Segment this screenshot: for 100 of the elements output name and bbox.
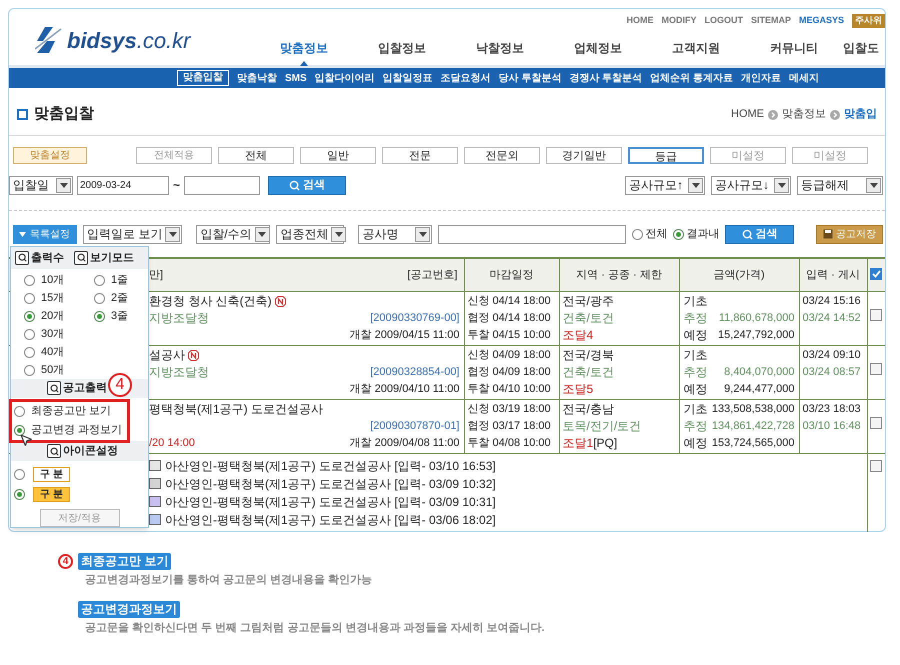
region-text: 토목/전기/토건 [562,418,642,434]
main-nav-item[interactable]: 입찰도 [843,41,879,55]
sub-nav-item[interactable]: 맞춤입찰 [177,70,229,86]
sub-nav-item[interactable]: SMS [285,70,307,86]
radio-button[interactable] [94,275,105,286]
category-tag[interactable]: 구 분 [33,466,70,482]
option-label[interactable]: 30개 [41,326,64,343]
radio-button[interactable] [24,311,35,322]
top-link[interactable]: MEGASYS [798,14,844,28]
main-nav-item[interactable]: 업체정보 [574,39,622,57]
top-link[interactable]: LOGOUT [704,14,743,28]
checkbox[interactable] [870,363,882,375]
breadcrumb-link[interactable]: HOME [731,106,764,123]
section-title: 출력수 [31,250,64,266]
main-nav-item[interactable]: 커뮤니티 [770,39,818,57]
amount-label: 기초 [684,346,708,364]
grade-tab[interactable]: 경기일반 [546,146,622,164]
breadcrumb-link[interactable]: 맞춤정보 [782,106,826,123]
main-nav-item[interactable]: 맞춤정보 [280,39,328,57]
agency-name: 지방조달청 [149,310,209,326]
sort-dropdown[interactable]: 공사규모↑ [625,176,705,194]
history-entry[interactable]: 아산영인-평택청북(제1공구) 도로건설공사 [입력- 03/09 10:32] [165,474,496,492]
posted-time: 03/10 16:48 [802,418,862,434]
option-label[interactable]: 공고변경 과정보기 [31,422,122,439]
sub-nav-item[interactable]: 당사 투찰분석 [498,70,562,86]
view-dropdown[interactable]: 입력일로 보기 [82,224,182,244]
field-dropdown[interactable]: 공사명 [358,224,432,244]
sub-nav-item[interactable]: 입찰다이어리 [314,70,375,86]
date-to-field[interactable] [184,176,260,194]
breadcrumb-link[interactable]: 맞춤입 [844,106,877,123]
radio-button[interactable] [14,468,25,480]
column-header: 만] [149,268,164,282]
top-link[interactable]: HOME [626,14,654,28]
cursor-icon [19,433,33,447]
date-from-field[interactable]: 2009-03-24 [77,176,169,194]
sub-nav-item[interactable]: 업체순위 통계자료 [650,70,734,86]
keyword-field[interactable] [438,224,626,244]
date-type-dropdown[interactable]: 입찰일 [9,176,73,194]
radio-button[interactable] [24,329,35,340]
option-label[interactable]: 50개 [41,362,64,379]
radio-button[interactable] [632,228,644,240]
radio-button[interactable] [24,365,35,376]
radio-button[interactable] [94,293,105,304]
sort-dropdown[interactable]: 공사규모↓ [711,176,791,194]
option-label[interactable]: 10개 [41,272,64,289]
grade-tab[interactable]: 일반 [300,146,376,164]
grade-tab[interactable]: 등급 [628,146,704,164]
option-label[interactable]: 최종공고만 보기 [31,403,112,420]
top-link[interactable]: SITEMAP [750,14,791,28]
title-icon [17,109,28,120]
amount-value: 15,247,792,000 [718,328,794,342]
radio-button[interactable] [673,228,684,240]
sub-nav-item[interactable]: 개인자료 [741,70,782,86]
radio-button[interactable] [24,293,35,304]
option-label[interactable]: 15개 [41,290,64,307]
caret-icon [331,226,346,242]
main-nav-item[interactable]: 낙찰정보 [476,39,524,57]
main-nav-item[interactable]: 입찰정보 [378,39,426,57]
history-entry[interactable]: 아산영인-평택청북(제1공구) 도로건설공사 [입력- 03/09 10:31] [165,492,496,510]
option-label[interactable]: 3줄 [111,308,128,325]
top-link[interactable]: MODIFY [661,14,696,28]
option-label[interactable]: 20개 [41,308,64,325]
radio-button[interactable] [14,488,25,500]
deadline-entry: 신청 04/09 18:00 [468,348,552,362]
radio-button[interactable] [14,425,25,436]
option-label[interactable]: 1줄 [111,272,128,289]
sub-nav-item[interactable]: 맞춤낙찰 [237,70,277,86]
radio-button[interactable] [24,347,35,358]
grade-tab[interactable]: 전체 [218,146,294,164]
history-entry[interactable]: 아산영인-평택청북(제1공구) 도로건설공사 [입력- 03/06 18:02] [165,510,496,528]
industry-dropdown[interactable]: 업종전체 [276,224,344,244]
notice-title[interactable]: 평택청북(제1공구) 도로건설공사 [149,400,323,418]
option-label[interactable]: 전체 [645,226,668,242]
region-note: [PQ] [593,434,618,452]
grade-tab[interactable]: 전문외 [464,146,540,164]
notice-title[interactable]: 설공사 [149,346,185,364]
checkbox[interactable] [870,309,882,321]
notice-title[interactable]: 환경청 청사 신축(건축) [149,292,272,310]
option-label[interactable]: 40개 [41,344,64,361]
history-entry[interactable]: 아산영인-평택청북(제1공구) 도로건설공사 [입력- 03/10 16:53] [165,456,496,474]
sub-nav-item[interactable]: 메세지 [789,70,820,86]
type-dropdown[interactable]: 입찰/수의 [196,224,270,244]
option-label[interactable]: 2줄 [111,290,128,307]
amount-label: 기초 [684,400,708,418]
radio-button[interactable] [14,406,25,418]
checkbox[interactable] [870,460,882,472]
grade-tab[interactable]: 전문 [382,146,458,164]
sub-nav-item[interactable]: 조달요청서 [440,70,491,86]
category-tag[interactable]: 구 분 [33,486,70,502]
checkbox[interactable] [870,268,882,280]
caret-icon [866,178,881,192]
radio-button[interactable] [24,275,35,286]
checkbox[interactable] [870,417,882,429]
sort-dropdown[interactable]: 등급해제 [797,176,883,194]
option-label[interactable]: 결과내 [686,226,720,242]
sub-nav-item[interactable]: 입찰일정표 [382,70,433,86]
sub-nav-item[interactable]: 경쟁사 투찰분석 [569,70,642,86]
radio-button[interactable] [94,311,105,322]
deadline-entry: 투찰 04/08 10:00 [468,436,552,450]
main-nav-item[interactable]: 고객지원 [672,39,720,57]
